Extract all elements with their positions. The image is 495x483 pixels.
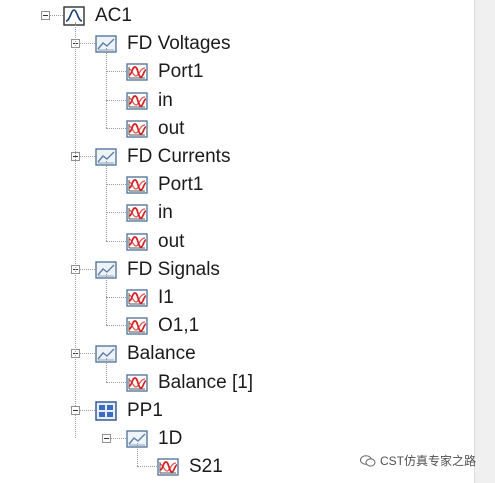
result-folder-icon (95, 34, 117, 54)
tree-node-ac1[interactable]: AC1 (0, 2, 470, 30)
tree-node-label: Port1 (158, 174, 204, 196)
tree-node-label: out (158, 117, 185, 139)
tree-node-label: Balance [1] (158, 371, 254, 393)
result-folder-icon (126, 429, 148, 449)
collapse-toggle-icon[interactable] (41, 11, 50, 20)
tree-node-label: 1D (158, 428, 183, 449)
collapse-toggle-icon[interactable] (71, 264, 80, 274)
collapse-toggle-icon[interactable] (102, 434, 111, 443)
tree-node-result[interactable]: in (0, 87, 470, 115)
tree-node-label: in (158, 202, 173, 224)
vertical-scrollbar[interactable] (474, 0, 495, 483)
tree-node-label: Balance (127, 343, 196, 365)
collapse-toggle-icon[interactable] (71, 349, 80, 359)
tree-node-result[interactable]: Port1 (0, 171, 470, 199)
tree-node-result[interactable]: Balance [1] (0, 369, 470, 397)
navigation-tree: AC1 FD Voltages Port1 in out FD Currents Port1… (0, 0, 474, 483)
tree-node-label: FD Signals (127, 258, 220, 280)
frequency-plot-icon (126, 175, 148, 195)
frequency-plot-icon (126, 91, 148, 111)
tree-node-label: S21 (189, 456, 223, 478)
frequency-plot-icon (126, 316, 148, 336)
frequency-plot-icon (157, 457, 179, 477)
frequency-plot-icon (126, 373, 148, 393)
result-folder-icon (95, 260, 117, 280)
wechat-icon (360, 455, 376, 467)
tree-node-group[interactable]: FD Voltages (0, 30, 470, 58)
tree-node-group[interactable]: FD Signals (0, 256, 470, 284)
frequency-plot-icon (126, 62, 148, 82)
postprocessing-icon (95, 401, 117, 421)
tree-node-label: in (158, 89, 173, 111)
tree-node-result[interactable]: Port1 (0, 58, 470, 86)
tree-node-result[interactable]: O1,1 (0, 312, 470, 340)
tree-node-label: FD Currents (127, 146, 231, 167)
frequency-plot-icon (126, 232, 148, 252)
tree-node-result[interactable]: in (0, 199, 470, 227)
tree-node-label: FD Voltages (127, 33, 231, 55)
tree-node-result[interactable]: out (0, 228, 470, 256)
tree-node-label: O1,1 (158, 315, 200, 337)
tree-node-group[interactable]: Balance (0, 340, 470, 368)
tree-node-label: out (158, 230, 185, 252)
tree-node-result[interactable]: out (0, 115, 470, 143)
tree-node-label: I1 (158, 287, 174, 308)
result-folder-icon (95, 344, 117, 364)
collapse-toggle-icon[interactable] (71, 39, 80, 49)
frequency-plot-icon (126, 203, 148, 223)
frequency-plot-icon (126, 288, 148, 308)
tree-node-label: Port1 (158, 61, 204, 83)
collapse-toggle-icon[interactable] (71, 405, 80, 415)
watermark: CST仿真专家之路 (360, 452, 476, 469)
tree-node-label: PP1 (127, 399, 163, 421)
watermark-text: CST仿真专家之路 (380, 454, 477, 468)
tree-node-1d[interactable]: 1D (0, 425, 470, 453)
tree-node-label: AC1 (95, 5, 132, 26)
frequency-plot-icon (126, 119, 148, 139)
tree-node-pp1[interactable]: PP1 (0, 397, 470, 425)
ac-analysis-icon (63, 6, 85, 26)
tree-node-group[interactable]: FD Currents (0, 143, 470, 171)
collapse-toggle-icon[interactable] (71, 152, 80, 161)
result-folder-icon (95, 147, 117, 167)
tree-node-result[interactable]: I1 (0, 284, 470, 312)
